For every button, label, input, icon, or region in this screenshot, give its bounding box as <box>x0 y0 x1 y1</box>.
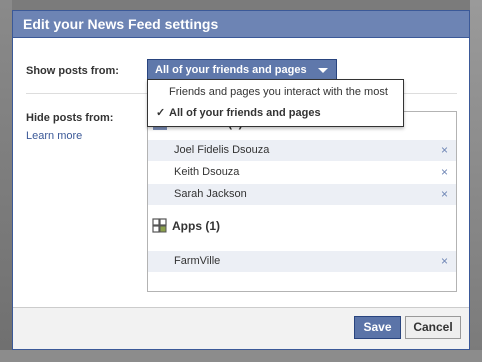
remove-icon[interactable]: × <box>441 140 448 161</box>
remove-icon[interactable]: × <box>441 184 448 205</box>
news-feed-settings-dialog: Edit your News Feed settings Show posts … <box>12 10 470 350</box>
cancel-button[interactable]: Cancel <box>405 316 461 339</box>
remove-icon[interactable]: × <box>441 162 448 183</box>
hide-posts-label: Hide posts from: <box>26 112 114 124</box>
background-page-left <box>0 0 12 362</box>
app-name: FarmVille <box>174 255 221 267</box>
list-item: Sarah Jackson × <box>148 184 456 205</box>
menu-item-label: All of your friends and pages <box>169 107 321 119</box>
show-posts-dropdown[interactable]: All of your friends and pages <box>147 59 337 80</box>
save-button[interactable]: Save <box>354 316 401 339</box>
show-posts-selected: All of your friends and pages <box>155 64 307 76</box>
menu-item-all-friends[interactable]: ✓ All of your friends and pages <box>148 103 403 124</box>
learn-more-link[interactable]: Learn more <box>26 130 82 142</box>
show-posts-menu: Friends and pages you interact with the … <box>147 79 404 127</box>
hidden-list: (3) Joel Fidelis Dsouza × Keith Dsouza ×… <box>147 111 457 292</box>
check-icon: ✓ <box>156 107 166 119</box>
list-item: Joel Fidelis Dsouza × <box>148 140 456 161</box>
friend-name: Joel Fidelis Dsouza <box>174 144 270 156</box>
menu-item-label: Friends and pages you interact with the … <box>169 86 388 98</box>
dialog-footer: Save Cancel <box>13 307 469 349</box>
background-page-bottom <box>0 350 482 362</box>
friend-name: Keith Dsouza <box>174 166 240 178</box>
list-item: Keith Dsouza × <box>148 162 456 183</box>
dialog-title: Edit your News Feed settings <box>13 11 469 38</box>
background-page-right <box>470 0 482 362</box>
list-item: FarmVille × <box>148 251 456 272</box>
apps-group-label: Apps (1) <box>172 219 220 233</box>
apps-icon <box>152 218 167 233</box>
remove-icon[interactable]: × <box>441 251 448 272</box>
chevron-down-icon <box>318 68 328 73</box>
apps-group-header: Apps (1) <box>152 218 220 234</box>
show-posts-label: Show posts from: <box>26 65 119 77</box>
menu-item-interact-most[interactable]: Friends and pages you interact with the … <box>148 82 403 103</box>
friend-name: Sarah Jackson <box>174 188 247 200</box>
